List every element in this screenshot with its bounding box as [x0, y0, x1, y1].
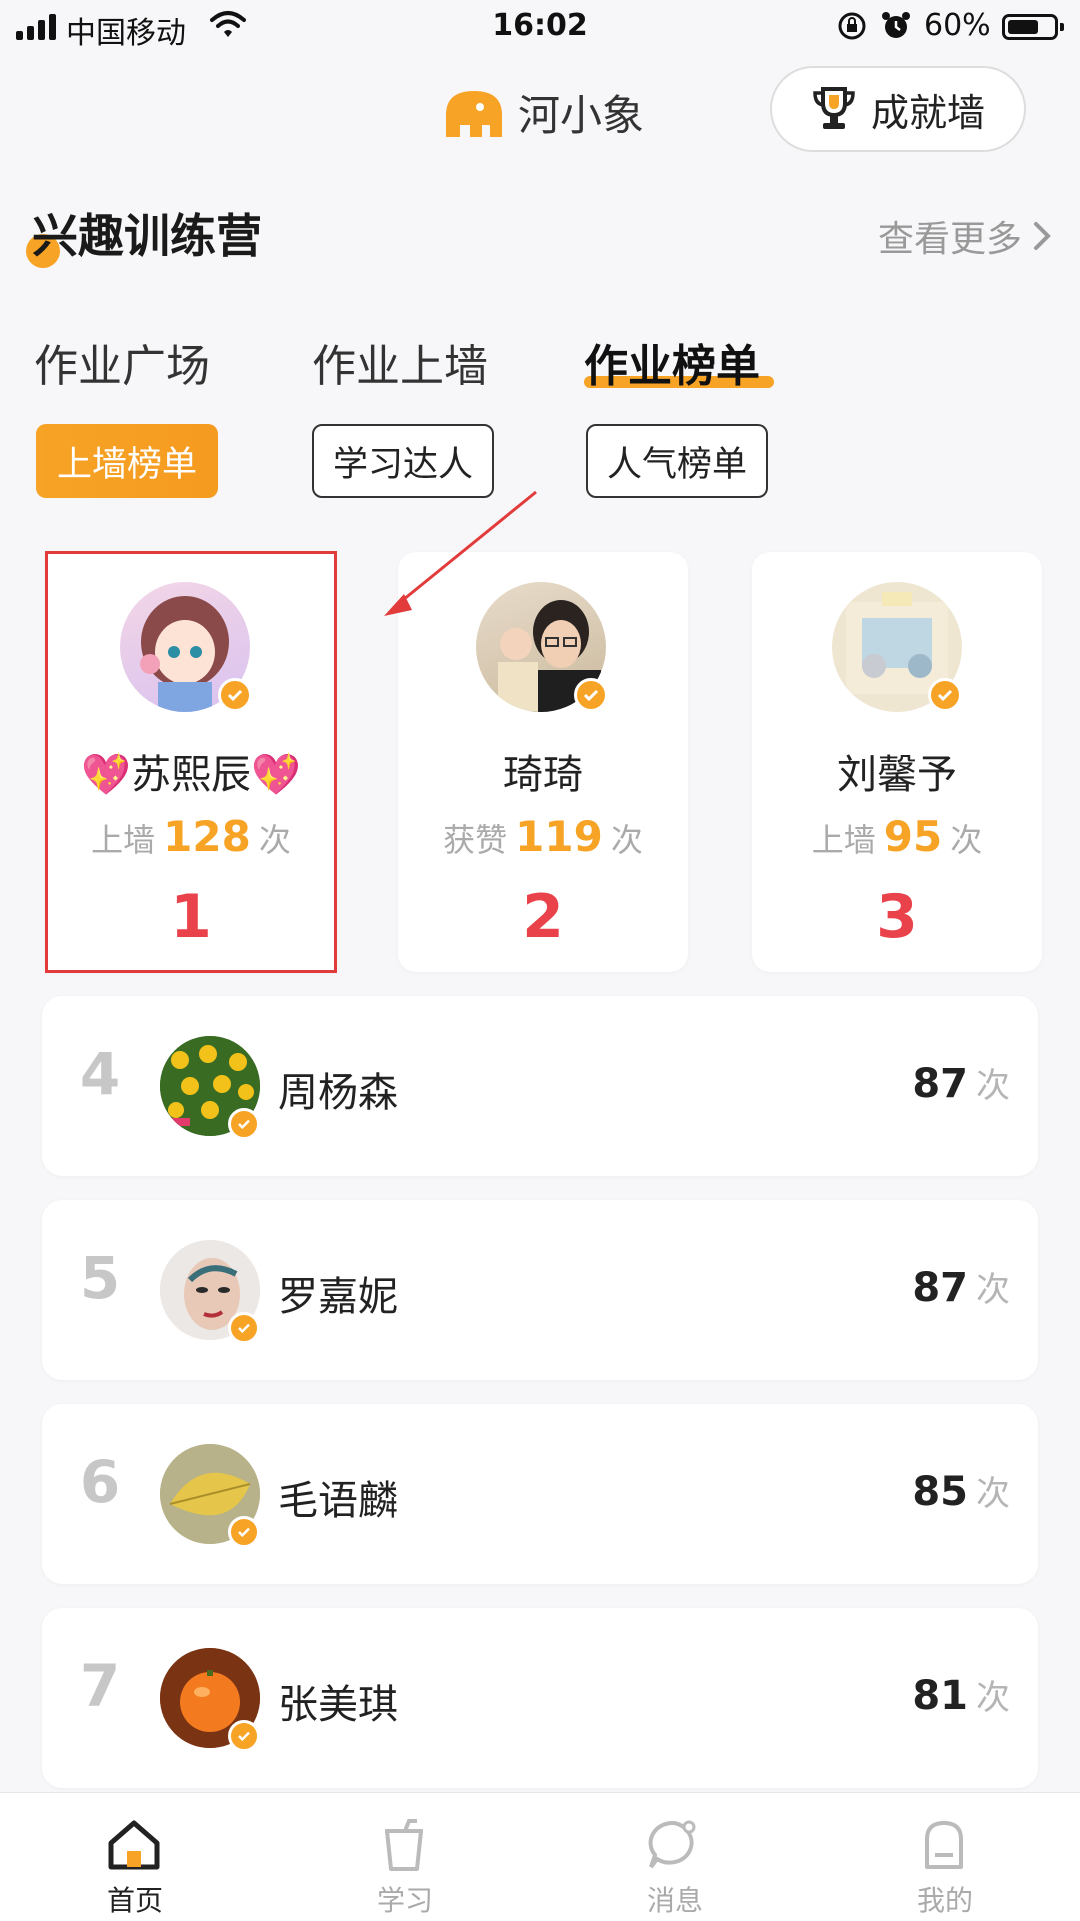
filter-label: 上墙榜单 — [56, 444, 197, 485]
count-unit: 次 — [976, 1678, 1010, 1718]
ranking-row[interactable]: 7 张美琪 81 次 — [42, 1608, 1038, 1788]
row-name: 毛语麟 — [278, 1478, 398, 1524]
count-value: 85 — [912, 1469, 968, 1515]
podium-card-first[interactable]: 💖苏熙辰💖 上墙 128 次 1 — [45, 551, 337, 973]
row-count: 87 次 — [912, 1262, 1010, 1311]
verified-badge-icon — [218, 678, 252, 712]
verified-badge-icon — [228, 1516, 260, 1548]
heart-sparkle-icon: 💖 — [251, 752, 301, 798]
row-count: 87 次 — [912, 1058, 1010, 1107]
logo-text: 河小象 — [518, 91, 645, 140]
trophy-icon — [813, 87, 855, 129]
row-rank: 7 — [79, 1652, 121, 1720]
tab-homework-wall[interactable]: 作业上墙 — [312, 330, 488, 394]
section-title: 兴趣训练营 — [32, 209, 262, 263]
podium-name-first: 💖苏熙辰💖 — [46, 742, 336, 800]
stat-unit: 次 — [950, 821, 983, 859]
status-time: 16:02 — [492, 8, 588, 43]
ranking-row[interactable]: 6 毛语麟 85 次 — [42, 1404, 1038, 1584]
see-more-label: 查看更多 — [877, 219, 1022, 260]
row-name: 罗嘉妮 — [278, 1274, 398, 1320]
filter-wall-ranking[interactable]: 上墙榜单 — [36, 424, 218, 498]
podium-stat-second: 获赞 119 次 — [398, 812, 688, 861]
achievement-wall-label: 成就墙 — [870, 90, 985, 135]
podium-name-text: 苏熙辰 — [131, 752, 251, 798]
alarm-icon — [880, 10, 912, 46]
podium-name-third: 刘馨予 — [837, 752, 957, 798]
count-unit: 次 — [976, 1270, 1010, 1310]
nav-label: 首页 — [106, 1884, 163, 1917]
nav-label: 消息 — [646, 1884, 703, 1917]
stat-count: 128 — [163, 812, 251, 861]
podium-name-second: 琦琦 — [503, 752, 583, 798]
stat-count: 95 — [883, 812, 943, 861]
podium-card-third[interactable]: 刘馨予 上墙 95 次 3 — [752, 552, 1042, 972]
app-logo: 河小象 — [440, 82, 644, 143]
cup-icon — [375, 1817, 433, 1877]
stat-label: 上墙 — [91, 821, 156, 859]
home-icon — [105, 1817, 163, 1877]
stat-count: 119 — [515, 812, 603, 861]
verified-badge-icon — [928, 678, 962, 712]
status-bar: 中国移动 16:02 60% — [0, 0, 1080, 56]
row-name: 张美琪 — [278, 1682, 398, 1728]
row-rank: 5 — [79, 1244, 121, 1312]
stat-label: 上墙 — [811, 821, 876, 859]
nav-label: 我的 — [916, 1884, 973, 1917]
podium-card-second[interactable]: 琦琦 获赞 119 次 2 — [398, 552, 688, 972]
profile-icon — [915, 1817, 973, 1877]
count-value: 81 — [912, 1673, 968, 1719]
battery-percent: 60% — [924, 8, 991, 43]
row-name: 周杨森 — [278, 1070, 398, 1116]
podium-rank-first: 1 — [170, 882, 212, 952]
nav-study[interactable]: 学习 — [270, 1793, 540, 1921]
verified-badge-icon — [228, 1312, 260, 1344]
row-count: 85 次 — [912, 1466, 1010, 1515]
stat-unit: 次 — [258, 821, 291, 859]
verified-badge-icon — [228, 1108, 260, 1140]
rotation-lock-icon — [836, 10, 868, 46]
achievement-wall-button[interactable]: 成就墙 — [770, 66, 1026, 152]
podium-stat-third: 上墙 95 次 — [752, 812, 1042, 861]
podium-stat-first: 上墙 128 次 — [46, 812, 336, 861]
tab-homework-square[interactable]: 作业广场 — [34, 330, 210, 394]
count-value: 87 — [912, 1265, 968, 1311]
chevron-right-icon — [1034, 222, 1051, 250]
filter-label: 人气榜单 — [606, 444, 747, 485]
nav-label: 学习 — [376, 1884, 433, 1917]
nav-mine[interactable]: 我的 — [810, 1793, 1080, 1921]
count-value: 87 — [912, 1061, 968, 1107]
podium-rank-second: 2 — [522, 882, 564, 952]
row-rank: 6 — [79, 1448, 121, 1516]
ranking-row[interactable]: 4 周杨森 87 次 — [42, 996, 1038, 1176]
tab-homework-ranking[interactable]: 作业榜单 — [584, 330, 760, 394]
podium-rank-third: 3 — [876, 882, 918, 952]
filter-study-expert[interactable]: 学习达人 — [312, 424, 494, 498]
filter-popularity[interactable]: 人气榜单 — [586, 424, 768, 498]
heart-sparkle-icon: 💖 — [81, 752, 131, 798]
stat-label: 获赞 — [443, 821, 508, 859]
elephant-logo-icon — [446, 90, 502, 137]
nav-messages[interactable]: 消息 — [540, 1793, 810, 1921]
message-icon — [645, 1817, 703, 1877]
verified-badge-icon — [574, 678, 608, 712]
row-rank: 4 — [79, 1040, 121, 1108]
see-more-link[interactable]: 查看更多 — [878, 210, 1052, 262]
ranking-row[interactable]: 5 罗嘉妮 87 次 — [42, 1200, 1038, 1380]
row-count: 81 次 — [912, 1670, 1010, 1719]
stat-unit: 次 — [610, 821, 643, 859]
verified-badge-icon — [228, 1720, 260, 1752]
nav-home[interactable]: 首页 — [0, 1793, 270, 1921]
count-unit: 次 — [976, 1474, 1010, 1514]
filter-label: 学习达人 — [332, 444, 473, 485]
battery-icon — [1002, 14, 1064, 40]
count-unit: 次 — [976, 1066, 1010, 1106]
bottom-nav: 首页 学习 消息 我的 — [0, 1792, 1080, 1921]
